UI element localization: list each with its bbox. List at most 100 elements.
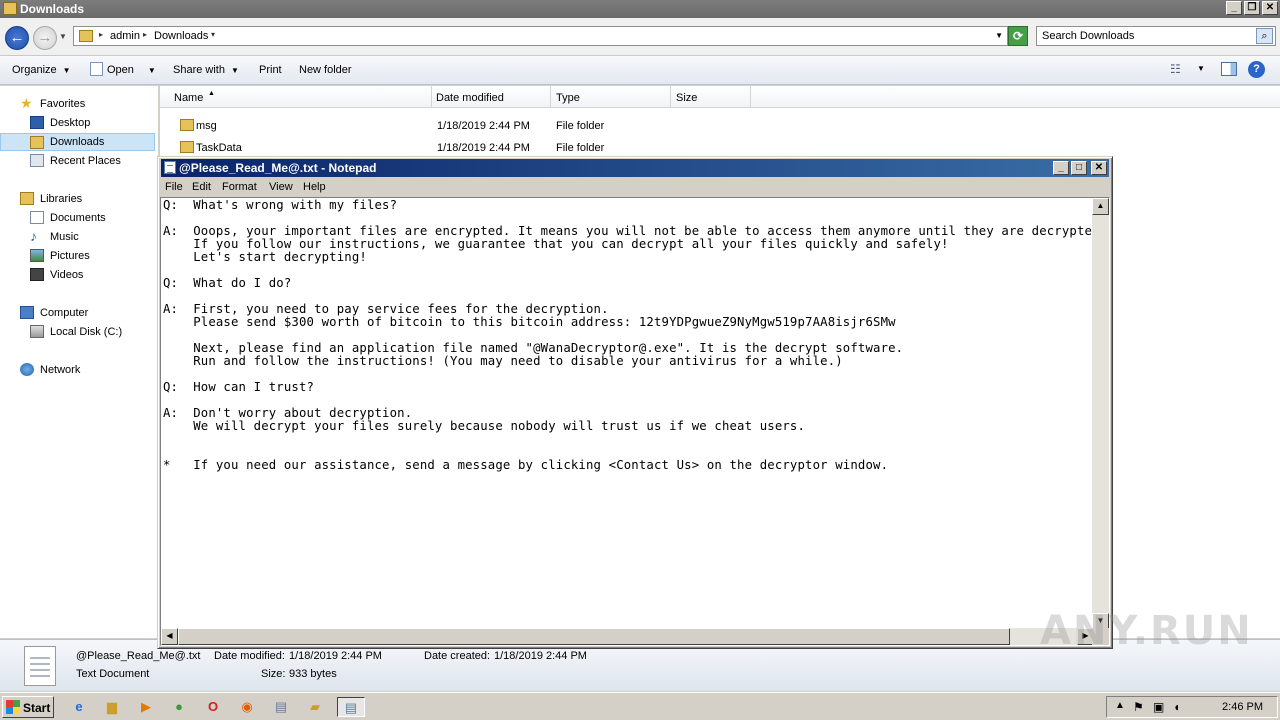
start-button[interactable]: Start — [2, 696, 54, 718]
horizontal-scroll-thumb[interactable] — [178, 628, 1010, 645]
star-icon: ★ — [20, 95, 33, 111]
file-name: msg — [196, 120, 217, 132]
view-icon[interactable]: ☷ — [1170, 62, 1181, 76]
details-size: 933 bytes — [289, 668, 337, 680]
column-header-name[interactable]: Name ▲ — [160, 86, 432, 108]
open-menu[interactable]: Open ▼ — [107, 64, 156, 76]
column-header-date[interactable]: Date modified — [432, 86, 551, 108]
column-header-type[interactable]: Type — [551, 86, 671, 108]
nav-computer[interactable]: Computer — [0, 304, 155, 322]
minimize-button[interactable]: _ — [1226, 1, 1242, 15]
navigation-pane: ★ Favorites Desktop Downloads Recent Pla… — [0, 86, 158, 638]
chevron-down-icon[interactable]: ▾ — [211, 30, 215, 39]
chevron-down-icon: ▼ — [230, 66, 239, 75]
document-icon[interactable]: ▤ — [270, 697, 292, 717]
restore-button[interactable]: ❐ — [1244, 1, 1260, 15]
menu-edit[interactable]: Edit — [192, 181, 211, 193]
address-row: ← → ▼ ▸ admin ▸ Downloads ▾ ▼ ⟳ Search D… — [0, 18, 1280, 56]
firefox-icon[interactable]: ◉ — [236, 697, 258, 717]
notepad-window-buttons: _ □ ✕ — [1053, 161, 1107, 175]
address-dropdown-icon[interactable]: ▼ — [995, 31, 1003, 40]
nav-libraries[interactable]: Libraries — [0, 190, 155, 208]
chevron-right-icon[interactable]: ▸ — [99, 30, 103, 39]
music-icon: ♪ — [30, 228, 37, 244]
videos-icon — [30, 268, 44, 281]
folder-icon — [180, 141, 194, 153]
scroll-up-button[interactable]: ▲ — [1092, 198, 1109, 215]
ransom-note-text[interactable]: Q: What's wrong with my files? A: Ooops,… — [163, 199, 1093, 631]
nav-local-disk-label: Local Disk (C:) — [50, 326, 123, 338]
search-input[interactable]: Search Downloads ⌕ — [1036, 26, 1276, 46]
details-date-modified: 1/18/2019 2:44 PM — [289, 650, 382, 662]
print-button[interactable]: Print — [259, 64, 282, 76]
menu-format[interactable]: Format — [222, 181, 257, 193]
opera-icon[interactable]: O — [202, 697, 224, 717]
nav-libraries-label: Libraries — [40, 193, 83, 205]
help-icon[interactable]: ? — [1248, 61, 1265, 78]
details-date-modified-label: Date modified: — [214, 650, 285, 662]
notepad-taskbar-button[interactable]: ▤ — [337, 697, 365, 717]
nav-local-disk[interactable]: Local Disk (C:) — [0, 323, 155, 341]
chevron-down-icon: ▼ — [147, 66, 156, 75]
close-button[interactable]: ✕ — [1091, 161, 1107, 175]
show-hidden-icons-icon[interactable]: ▲ — [1115, 700, 1125, 711]
open-icon — [90, 62, 103, 76]
menu-view[interactable]: View — [269, 181, 293, 193]
notepad-title: @Please_Read_Me@.txt - Notepad — [179, 161, 377, 175]
notepad-text-area[interactable]: Q: What's wrong with my files? A: Ooops,… — [160, 197, 1110, 646]
nav-network[interactable]: Network — [0, 361, 155, 379]
menu-file[interactable]: File — [165, 181, 183, 193]
nav-favorites[interactable]: ★ Favorites — [0, 95, 155, 113]
nav-downloads[interactable]: Downloads — [0, 133, 155, 151]
refresh-button[interactable]: ⟳ — [1008, 26, 1028, 46]
volume-icon[interactable]: ◖ — [1173, 700, 1180, 714]
nav-documents[interactable]: Documents — [0, 209, 155, 227]
table-row[interactable]: msg 1/18/2019 2:44 PM File folder — [160, 115, 760, 137]
organize-menu[interactable]: Organize ▼ — [12, 64, 71, 76]
column-header-size[interactable]: Size — [671, 86, 751, 108]
details-size-label: Size: — [261, 668, 286, 680]
notepad-window: @Please_Read_Me@.txt - Notepad _ □ ✕ Fil… — [157, 156, 1113, 649]
sort-ascending-icon: ▲ — [208, 90, 215, 97]
nav-pictures[interactable]: Pictures — [0, 247, 155, 265]
media-player-icon[interactable]: ▶ — [135, 697, 157, 717]
chevron-right-icon[interactable]: ▸ — [143, 30, 147, 39]
organize-label: Organize — [12, 64, 57, 76]
downloads-folder-icon — [30, 136, 44, 149]
address-bar[interactable]: ▸ admin ▸ Downloads ▾ ▼ — [73, 26, 1008, 46]
nav-recent-places[interactable]: Recent Places — [0, 152, 155, 170]
scroll-left-button[interactable]: ◀ — [161, 628, 178, 645]
chevron-down-icon[interactable]: ▼ — [1197, 64, 1205, 73]
nav-desktop[interactable]: Desktop — [0, 114, 155, 132]
clock[interactable]: 2:46 PM — [1222, 701, 1263, 713]
folder-icon[interactable]: ▰ — [304, 697, 326, 717]
search-icon[interactable]: ⌕ — [1256, 28, 1273, 44]
nav-music[interactable]: ♪ Music — [0, 228, 155, 246]
action-center-flag-icon[interactable]: ⚑ — [1133, 700, 1144, 714]
share-with-menu[interactable]: Share with ▼ — [173, 64, 239, 76]
desktop-icon — [30, 116, 44, 129]
nav-documents-label: Documents — [50, 212, 106, 224]
maximize-button[interactable]: □ — [1071, 161, 1087, 175]
preview-pane-icon[interactable] — [1221, 62, 1237, 76]
internet-explorer-icon[interactable]: e — [68, 697, 90, 717]
forward-button[interactable]: → — [33, 26, 57, 50]
menu-help[interactable]: Help — [303, 181, 326, 193]
notepad-menubar: File Edit Format View Help — [161, 178, 1109, 196]
start-label: Start — [23, 701, 51, 715]
minimize-button[interactable]: _ — [1053, 161, 1069, 175]
horizontal-scrollbar[interactable]: ◀ ▶ — [161, 628, 1094, 645]
close-button[interactable]: ✕ — [1262, 1, 1278, 15]
explorer-icon[interactable]: ▆ — [101, 697, 123, 717]
chrome-icon[interactable]: ● — [168, 697, 190, 717]
text-document-icon — [24, 646, 56, 686]
new-folder-button[interactable]: New folder — [299, 64, 352, 76]
system-tray: ▲ ⚑ ▣ ◖ 2:46 PM — [1106, 696, 1278, 718]
back-button[interactable]: ← — [5, 26, 29, 50]
breadcrumb-downloads[interactable]: Downloads — [154, 30, 208, 42]
network-tray-icon[interactable]: ▣ — [1153, 700, 1164, 714]
history-dropdown-icon[interactable]: ▼ — [59, 32, 67, 41]
breadcrumb-admin[interactable]: admin — [110, 30, 140, 42]
nav-videos[interactable]: Videos — [0, 266, 155, 284]
vertical-scrollbar[interactable]: ▲ ▼ — [1092, 198, 1109, 630]
